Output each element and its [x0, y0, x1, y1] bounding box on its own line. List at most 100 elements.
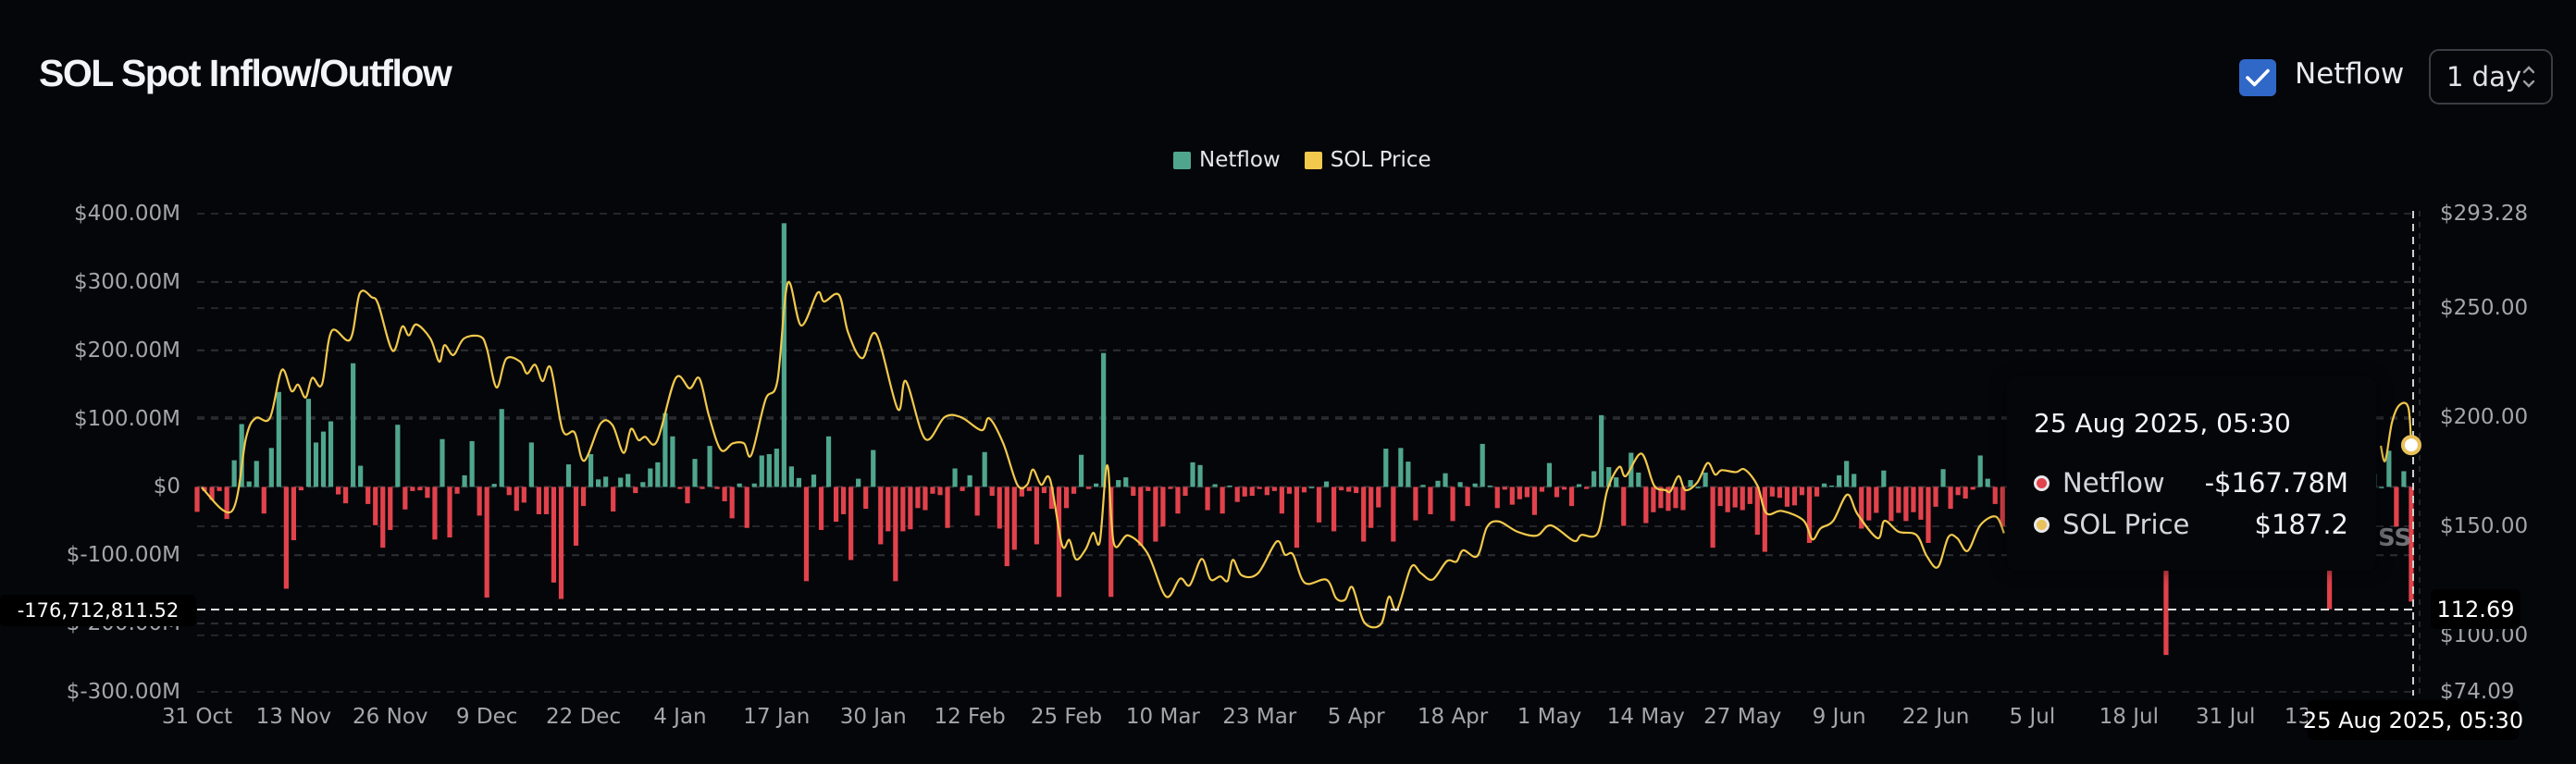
outflow-bar[interactable] [380, 487, 386, 548]
inflow-bar[interactable] [276, 391, 281, 487]
inflow-bar[interactable] [1101, 352, 1107, 487]
outflow-bar[interactable] [1361, 487, 1367, 542]
outflow-bar[interactable] [417, 487, 423, 491]
outflow-bar[interactable] [1286, 487, 1293, 494]
inflow-bar[interactable] [1837, 474, 1842, 487]
outflow-bar[interactable] [425, 487, 430, 499]
outflow-bar[interactable] [1391, 487, 1396, 542]
outflow-bar[interactable] [1242, 487, 1247, 497]
inflow-bar[interactable] [1406, 462, 1411, 487]
outflow-bar[interactable] [841, 487, 847, 514]
outflow-bar[interactable] [1643, 487, 1649, 524]
inflow-bar[interactable] [2401, 471, 2407, 487]
outflow-bar[interactable] [1339, 487, 1344, 491]
inflow-bar[interactable] [967, 474, 972, 487]
outflow-bar[interactable] [1911, 487, 1916, 512]
outflow-bar[interactable] [729, 487, 735, 519]
inflow-bar[interactable] [1829, 485, 1835, 487]
outflow-bar[interactable] [900, 487, 906, 532]
inflow-bar[interactable] [655, 462, 661, 487]
inflow-bar[interactable] [395, 425, 401, 487]
inflow-bar[interactable] [254, 461, 259, 487]
netflow-checkbox[interactable] [2239, 59, 2276, 96]
outflow-bar[interactable] [1769, 487, 1775, 497]
inflow-bar[interactable] [1078, 454, 1084, 487]
outflow-bar[interactable] [1131, 487, 1136, 497]
outflow-bar[interactable] [1725, 487, 1730, 512]
inflow-bar[interactable] [825, 436, 832, 487]
inflow-bar[interactable] [774, 449, 779, 487]
inflow-bar[interactable] [1576, 484, 1582, 487]
outflow-bar[interactable] [915, 487, 921, 509]
inflow-bar[interactable] [528, 442, 534, 487]
inflow-bar[interactable] [1591, 471, 1597, 487]
outflow-bar[interactable] [1918, 487, 1924, 520]
outflow-bar[interactable] [1465, 487, 1470, 507]
outflow-bar[interactable] [335, 487, 341, 495]
outflow-bar[interactable] [283, 487, 289, 589]
outflow-bar[interactable] [1963, 487, 1968, 499]
inflow-bar[interactable] [640, 482, 646, 487]
outflow-bar[interactable] [1777, 487, 1782, 499]
inflow-bar[interactable] [2379, 487, 2384, 488]
outflow-bar[interactable] [1554, 487, 1560, 498]
outflow-bar[interactable] [514, 487, 519, 511]
outflow-bar[interactable] [432, 487, 438, 540]
outflow-bar[interactable] [1561, 487, 1567, 490]
outflow-bar[interactable] [1762, 487, 1767, 552]
outflow-bar[interactable] [685, 487, 690, 504]
outflow-bar[interactable] [551, 487, 557, 583]
outflow-bar[interactable] [878, 487, 884, 545]
outflow-bar[interactable] [1271, 487, 1277, 491]
outflow-bar[interactable] [1621, 487, 1627, 526]
inflow-bar[interactable] [358, 465, 364, 487]
inflow-bar[interactable] [1472, 483, 1478, 487]
outflow-bar[interactable] [1294, 487, 1300, 548]
outflow-bar[interactable] [945, 487, 950, 528]
outflow-bar[interactable] [1301, 487, 1307, 493]
legend-item-sol-price[interactable]: SOL Price [1304, 148, 1431, 172]
inflow-bar[interactable] [268, 448, 274, 487]
outflow-bar[interactable] [1992, 487, 1998, 504]
outflow-bar[interactable] [1175, 487, 1181, 514]
inflow-bar[interactable] [313, 442, 319, 487]
outflow-bar[interactable] [1568, 487, 1575, 507]
outflow-bar[interactable] [2000, 487, 2005, 527]
outflow-bar[interactable] [1264, 487, 1269, 496]
outflow-bar[interactable] [1316, 487, 1322, 523]
outflow-bar[interactable] [1450, 487, 1455, 522]
outflow-bar[interactable] [893, 487, 898, 582]
outflow-bar[interactable] [224, 487, 229, 520]
inflow-bar[interactable] [1435, 480, 1441, 487]
outflow-bar[interactable] [484, 487, 489, 598]
outflow-bar[interactable] [388, 487, 393, 530]
outflow-bar[interactable] [923, 487, 928, 511]
inflow-bar[interactable] [1197, 464, 1203, 487]
outflow-bar[interactable] [477, 487, 482, 516]
inflow-bar[interactable] [796, 477, 802, 487]
outflow-bar[interactable] [1517, 487, 1522, 499]
inflow-bar[interactable] [231, 460, 237, 487]
outflow-bar[interactable] [1948, 487, 1953, 510]
inflow-bar[interactable] [596, 479, 601, 487]
outflow-bar[interactable] [1584, 487, 1590, 489]
outflow-bar[interactable] [1754, 487, 1760, 536]
outflow-bar[interactable] [402, 487, 408, 510]
outflow-bar[interactable] [700, 487, 705, 489]
outflow-bar[interactable] [722, 487, 727, 501]
inflow-bar[interactable] [1546, 462, 1553, 487]
inflow-bar[interactable] [1323, 481, 1330, 487]
inflow-bar[interactable] [320, 431, 327, 487]
outflow-bar[interactable] [1673, 487, 1678, 509]
outflow-bar[interactable] [580, 487, 587, 507]
outflow-bar[interactable] [1346, 487, 1352, 492]
outflow-bar[interactable] [803, 487, 810, 582]
outflow-bar[interactable] [1732, 487, 1738, 508]
inflow-bar[interactable] [811, 474, 817, 487]
outflow-bar[interactable] [908, 487, 913, 530]
outflow-bar[interactable] [744, 487, 749, 528]
inflow-bar[interactable] [625, 474, 631, 487]
inflow-bar[interactable] [871, 450, 876, 487]
outflow-bar[interactable] [521, 487, 526, 503]
outflow-bar[interactable] [1933, 487, 1938, 507]
